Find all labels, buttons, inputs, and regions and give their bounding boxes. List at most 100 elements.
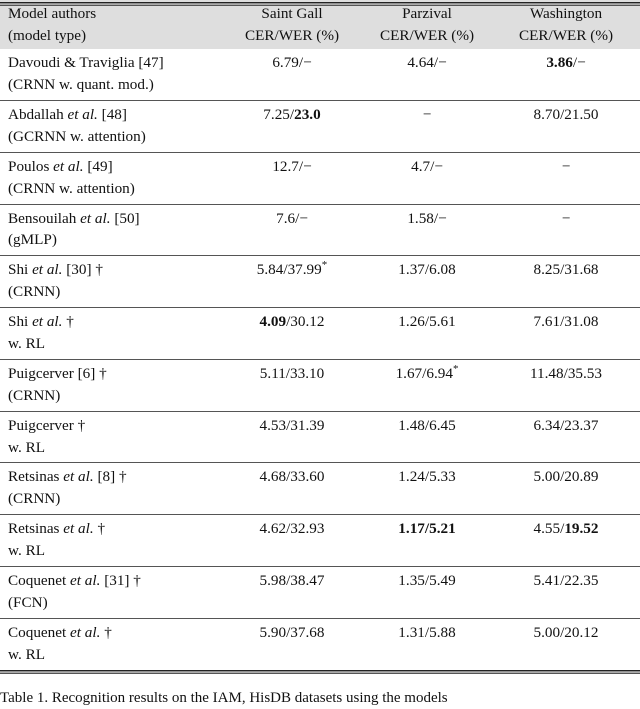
column-header-author-line2: (model type) (8, 26, 87, 44)
cell-saint-gall: 7.6/− (222, 203, 362, 256)
cell-washington: 4.55/19.52 (492, 514, 640, 567)
cell-washington: 8.70/21.50 (492, 99, 640, 153)
cell-parzival: 1.24/5.33 (362, 462, 492, 515)
cell-saint-gall: 12.7/− (222, 151, 362, 204)
model-type: (FCN) (8, 593, 48, 611)
cell-washington: 8.25/31.68 (492, 255, 640, 308)
column-header-parzival: Parzival CER/WER (%) (362, 0, 492, 50)
cell-saint-gall: 4.53/31.39 (222, 410, 362, 463)
model-type: (GCRNN w. attention) (8, 127, 146, 145)
table-body: Davoudi & Traviglia [47] (CRNN w. quant. … (0, 49, 640, 670)
model-type: (CRNN) (8, 490, 61, 508)
table-row: Coquenet et al. † w. RL 5.90/37.68 1.31/5.… (0, 617, 640, 670)
cell-parzival: 4.7/− (362, 151, 492, 204)
table-row: Bensouilah et al. [50] (gMLP) 7.6/− 1.58/−… (0, 203, 640, 256)
model-type: w. RL (8, 438, 45, 456)
cell-parzival: 1.67/6.94* (362, 358, 492, 412)
cell-washington: 7.61/31.08 (492, 307, 640, 360)
cell-washington: 6.34/23.37 (492, 410, 640, 463)
column-header-washington: Washington CER/WER (%) (492, 0, 640, 50)
model-type: w. RL (8, 645, 45, 663)
model-type: (CRNN) (8, 386, 61, 404)
cell-model-author: Poulos et al. [49] (CRNN w. attention) (0, 151, 222, 204)
cell-washington: 5.41/22.35 (492, 565, 640, 619)
cell-saint-gall: 7.25/23.0 (222, 99, 362, 153)
cell-model-author: Retsinas et al. † w. RL (0, 514, 222, 567)
table-header: Model authors (model type) Saint Gall CE… (0, 0, 640, 50)
cell-washington: − (492, 203, 640, 256)
column-header-washington-line1: Washington (529, 5, 603, 22)
cell-model-author: Shi et al. † w. RL (0, 307, 222, 360)
table-caption: Table 1. Recognition results on the IAM,… (0, 689, 448, 706)
cell-model-author: Puigcerver [6] † (CRNN) (0, 358, 222, 412)
model-author-name: Retsinas et al. [8] † (8, 468, 127, 486)
cell-washington: − (492, 151, 640, 204)
model-type: w. RL (8, 334, 45, 352)
cell-parzival: 1.31/5.88 (362, 617, 492, 670)
cell-saint-gall: 6.79/− (272, 54, 312, 72)
model-author-name: Abdallah et al. [48] (8, 105, 127, 123)
model-author-name: Davoudi & Traviglia [47] (8, 54, 164, 72)
cell-parzival: 1.35/5.49 (362, 565, 492, 619)
table-row: Poulos et al. [49] (CRNN w. attention) 12.… (0, 151, 640, 204)
model-type: (CRNN w. attention) (8, 179, 135, 197)
table-row: Puigcerver † w. RL 4.53/31.39 1.48/6.45 6.… (0, 410, 640, 463)
cell-parzival: − (362, 99, 492, 153)
table-row: Puigcerver [6] † (CRNN) 5.11/33.10 1.67/6.… (0, 358, 640, 412)
table-row: Shi et al. † w. RL 4.09/30.12 1.26/5.61 7.… (0, 307, 640, 360)
cell-parzival: 1.48/6.45 (362, 410, 492, 463)
cell-model-author: Retsinas et al. [8] † (CRNN) (0, 462, 222, 515)
model-type: (CRNN w. quant. mod.) (8, 76, 154, 94)
cell-washington: 3.86/− (546, 54, 586, 72)
model-type: (CRNN) (8, 283, 61, 301)
header-double-rule (0, 2, 640, 6)
table-row: Abdallah et al. [48] (GCRNN w. attention)… (0, 99, 640, 153)
cell-saint-gall: 4.09/30.12 (222, 307, 362, 360)
model-type: w. RL (8, 542, 45, 560)
cell-washington: 5.00/20.89 (492, 462, 640, 515)
cell-saint-gall: 5.11/33.10 (222, 358, 362, 412)
column-header-saint-gall: Saint Gall CER/WER (%) (222, 0, 362, 50)
cell-model-author: Coquenet et al. † w. RL (0, 617, 222, 670)
column-header-author: Model authors (model type) (0, 0, 222, 50)
model-author-name: Shi et al. † (8, 313, 74, 331)
model-author-name: Coquenet et al. [31] † (8, 571, 141, 589)
cell-saint-gall: 5.84/37.99* (222, 255, 362, 308)
cell-parzival: 1.58/− (362, 203, 492, 256)
cell-saint-gall: 4.68/33.60 (222, 462, 362, 515)
header-row: Model authors (model type) Saint Gall CE… (0, 0, 640, 50)
cell-washington: 11.48/35.53 (492, 358, 640, 412)
model-author-name: Retsinas et al. † (8, 520, 106, 538)
cell-saint-gall: 5.98/38.47 (222, 565, 362, 619)
cell-model-author: Davoudi & Traviglia [47] (CRNN w. quant. … (0, 49, 222, 100)
cell-model-author: Abdallah et al. [48] (GCRNN w. attention) (0, 99, 222, 153)
table-row: Davoudi & Traviglia [47] (CRNN w. quant. … (0, 49, 640, 100)
table-row: Retsinas et al. [8] † (CRNN) 4.68/33.60 1.… (0, 462, 640, 515)
model-author-name: Poulos et al. [49] (8, 157, 113, 175)
results-table-container: Model authors (model type) Saint Gall CE… (0, 0, 640, 709)
column-header-author-line1: Model authors (8, 5, 97, 22)
column-header-washington-line2: CER/WER (%) (518, 26, 614, 44)
column-header-saint-gall-line2: CER/WER (%) (244, 26, 340, 44)
cell-saint-gall: 5.90/37.68 (222, 617, 362, 670)
column-header-parzival-line2: CER/WER (%) (379, 26, 475, 44)
model-author-name: Bensouilah et al. [50] (8, 209, 140, 227)
cell-model-author: Bensouilah et al. [50] (gMLP) (0, 203, 222, 256)
cell-saint-gall: 4.62/32.93 (222, 514, 362, 567)
model-author-name: Coquenet et al. † (8, 623, 112, 641)
model-author-name: Puigcerver [6] † (8, 364, 107, 382)
cell-model-author: Coquenet et al. [31] † (FCN) (0, 565, 222, 619)
table-row: Coquenet et al. [31] † (FCN) 5.98/38.47 1.… (0, 565, 640, 619)
cell-parzival: 4.64/− (407, 54, 447, 72)
model-author-name: Shi et al. [30] † (8, 261, 103, 279)
table-row: Shi et al. [30] † (CRNN) 5.84/37.99* 1.37/… (0, 255, 640, 308)
cell-parzival: 1.37/6.08 (362, 255, 492, 308)
column-header-saint-gall-line1: Saint Gall (261, 5, 323, 22)
column-header-parzival-line1: Parzival (402, 5, 452, 22)
results-table: Model authors (model type) Saint Gall CE… (0, 0, 640, 670)
cell-model-author: Shi et al. [30] † (CRNN) (0, 255, 222, 308)
table-row: Retsinas et al. † w. RL 4.62/32.93 1.17/5.… (0, 514, 640, 567)
cell-parzival: 1.26/5.61 (362, 307, 492, 360)
cell-model-author: Puigcerver † w. RL (0, 410, 222, 463)
model-author-name: Puigcerver † (8, 416, 86, 434)
